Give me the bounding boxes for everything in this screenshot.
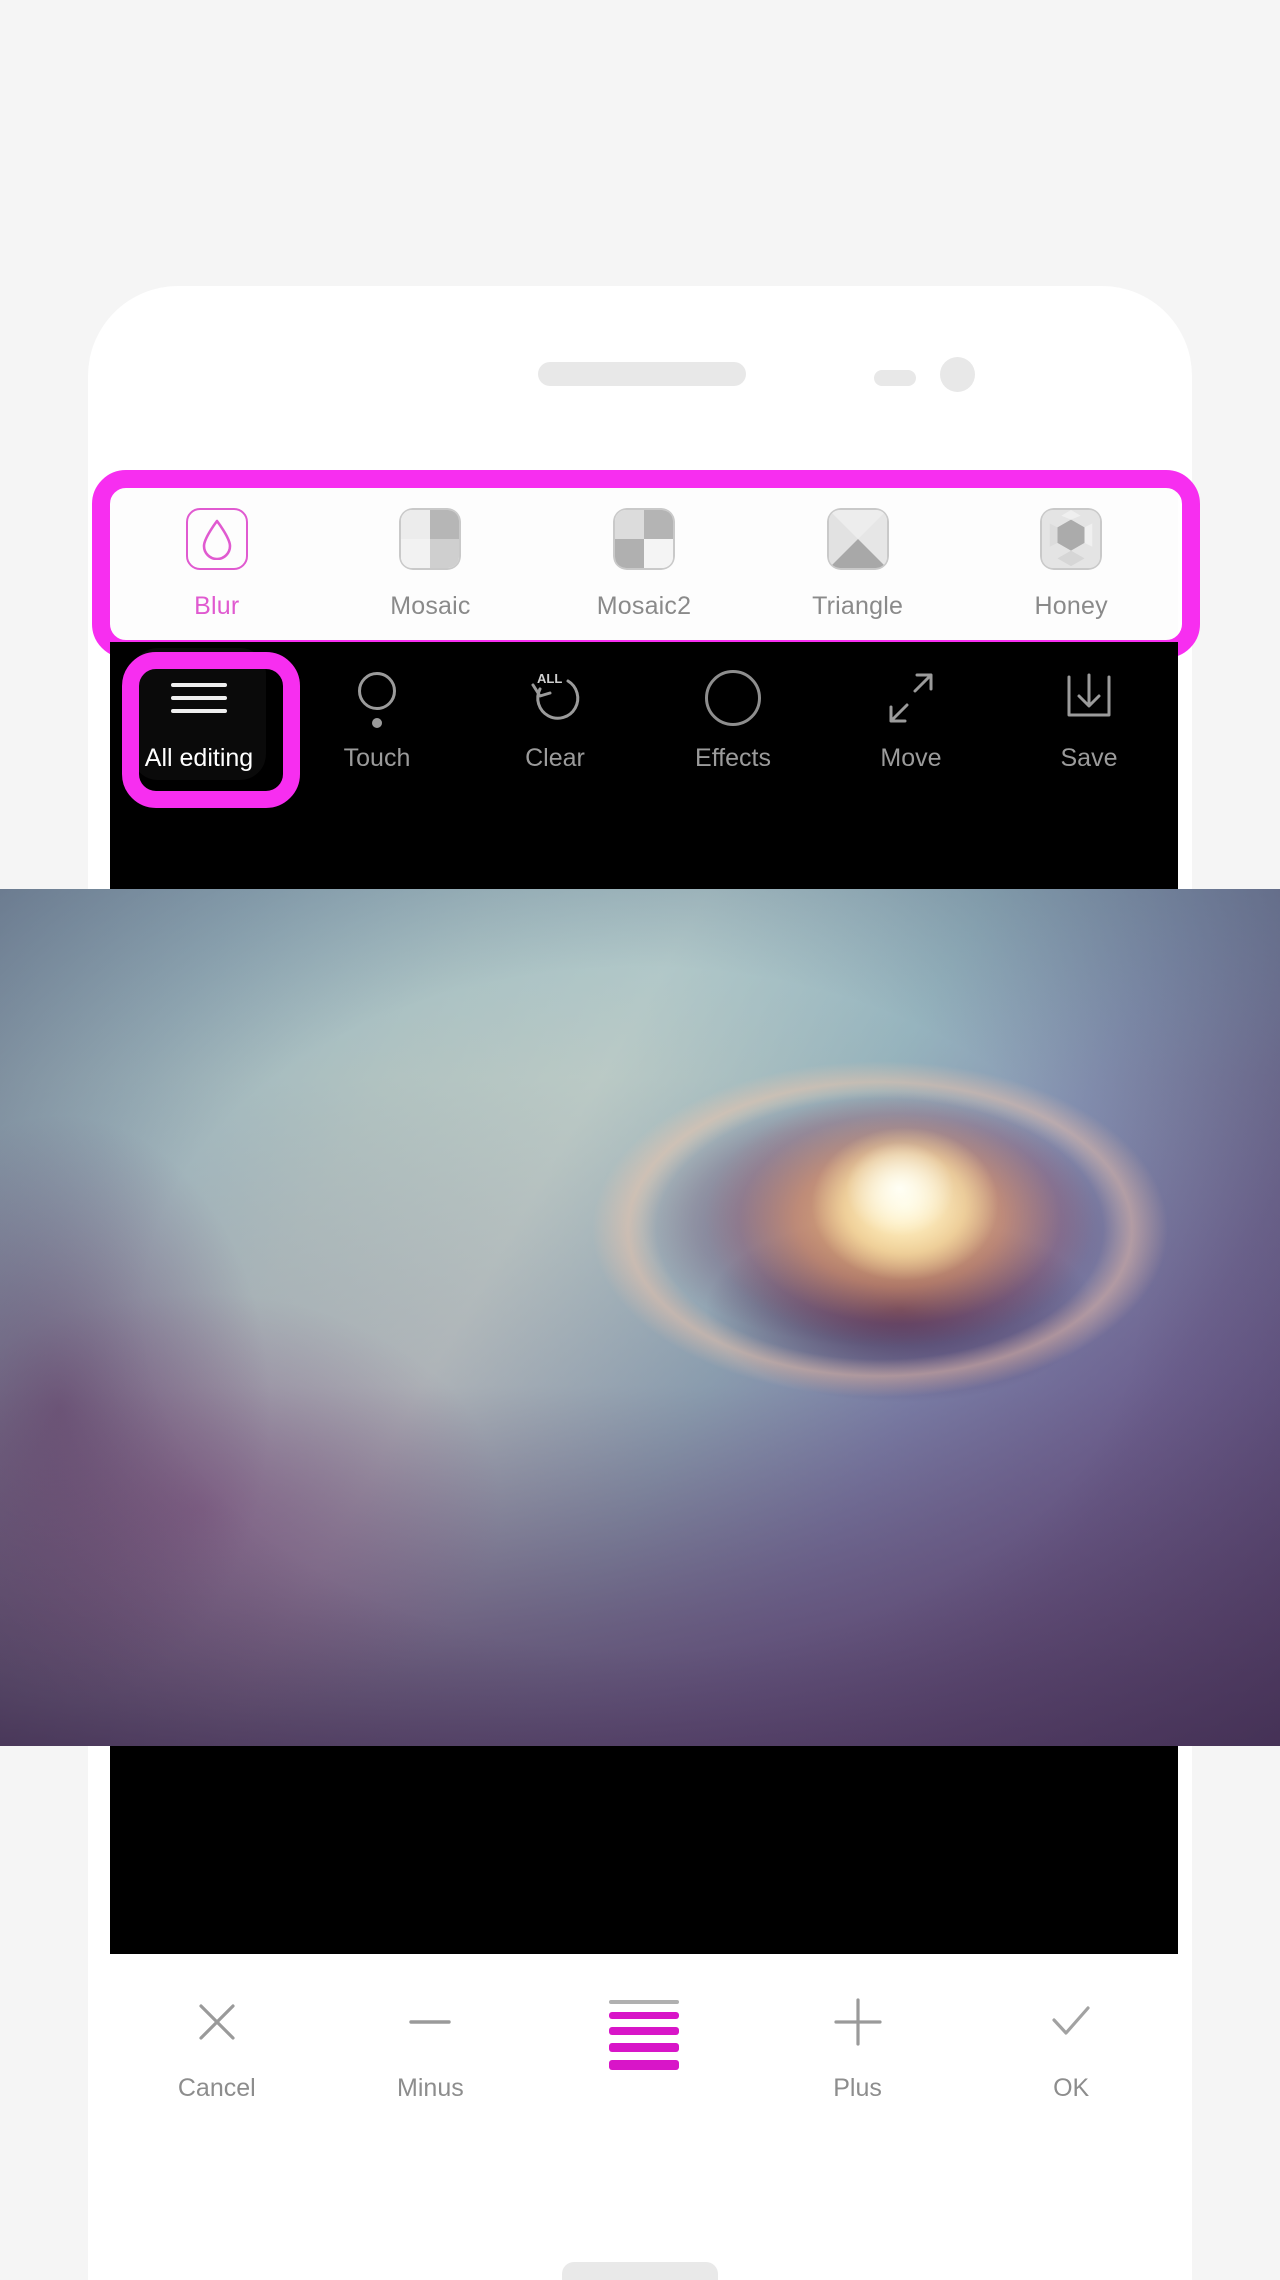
plus-label: Plus [833,2074,882,2102]
status-bar-battery-placeholder [874,370,916,386]
hamburger-icon [164,666,234,730]
tool-item-save[interactable]: Save [1000,642,1178,773]
water-drop-icon [185,508,248,570]
filter-label-triangle: Triangle [812,592,904,620]
filter-item-mosaic2[interactable]: Mosaic2 [537,486,751,621]
screenshot-root: Blur Mosaic Mosaic2 Triangle Honey All e… [0,0,1280,2280]
tool-item-touch[interactable]: Touch [288,642,466,773]
bottom-action-bar: Cancel Minus Plus OK [110,1954,1178,2164]
svg-text:ALL: ALL [537,671,562,686]
mosaic-icon [399,508,462,570]
ok-label: OK [1053,2074,1090,2102]
clear-all-icon: ALL [520,666,590,730]
touch-point-icon [342,666,412,730]
tool-item-all-editing[interactable]: All editing [110,642,288,780]
plus-button[interactable]: Plus [751,1954,965,2103]
photo-canvas[interactable] [0,889,1280,1746]
circle-effects-icon [698,666,768,730]
tool-label-touch: Touch [343,744,411,772]
minus-button[interactable]: Minus [324,1954,538,2103]
tool-label-all-editing: All editing [144,744,254,772]
filter-item-triangle[interactable]: Triangle [751,486,965,621]
plus-icon [823,1992,893,2052]
minus-label: Minus [397,2074,464,2102]
save-download-icon [1054,666,1124,730]
minus-icon [395,1992,465,2052]
canvas-letterbox-bottom [110,1746,1178,1954]
tool-item-effects[interactable]: Effects [644,642,822,773]
honeycomb-icon [1040,508,1103,570]
filter-label-mosaic: Mosaic [390,592,471,620]
filter-label-honey: Honey [1034,592,1108,620]
filter-item-blur[interactable]: Blur [110,486,324,621]
tool-label-save: Save [1060,744,1118,772]
tool-label-clear: Clear [525,744,585,772]
ok-button[interactable]: OK [964,1954,1178,2103]
filter-item-mosaic[interactable]: Mosaic [324,486,538,621]
cancel-label: Cancel [177,2074,256,2102]
tool-item-clear[interactable]: ALL Clear [466,642,644,773]
filters-toolbar: Blur Mosaic Mosaic2 Triangle Honey [110,486,1178,642]
tool-label-effects: Effects [695,744,771,772]
check-icon [1036,1992,1106,2052]
tool-item-move[interactable]: Move [822,642,1000,773]
close-x-icon [182,1992,252,2052]
triangle-icon [826,508,889,570]
tool-label-move: Move [880,744,942,772]
tools-toolbar: All editing Touch ALL Clear Effects Move… [110,642,1178,890]
filter-label-blur: Blur [194,592,240,620]
filter-item-honey[interactable]: Honey [964,486,1178,621]
brush-size-indicator[interactable] [537,1954,751,2110]
status-bar-camera-dot [940,357,975,392]
status-bar-title-placeholder [538,362,746,386]
move-arrows-icon [876,666,946,730]
filter-label-mosaic2: Mosaic2 [596,592,692,620]
cancel-button[interactable]: Cancel [110,1954,324,2103]
home-indicator-area [88,2258,1192,2280]
brush-size-indicator-icon [608,1992,679,2088]
mosaic2-icon [612,508,675,570]
home-indicator[interactable] [562,2262,718,2280]
